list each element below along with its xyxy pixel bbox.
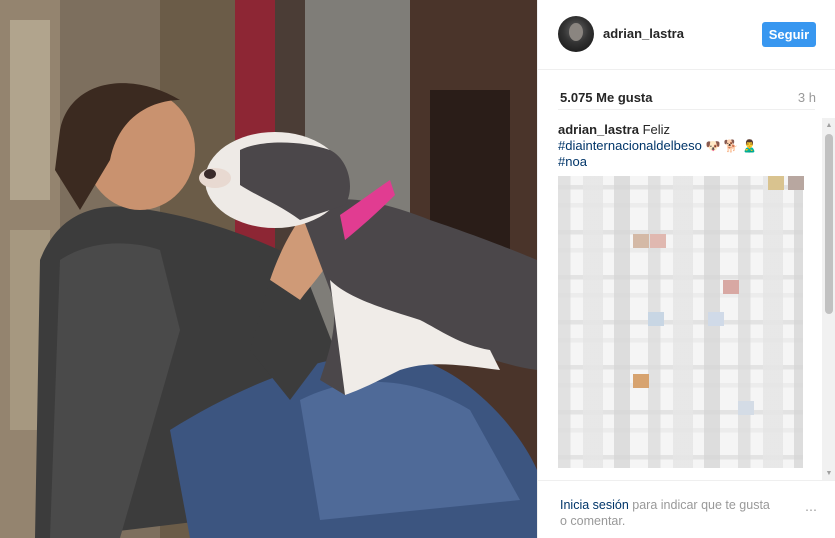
more-options-icon[interactable]: ⋯ <box>805 503 818 517</box>
post-image <box>0 0 537 538</box>
blurred-comments <box>558 176 804 468</box>
hashtag-noa[interactable]: #noa <box>558 154 587 169</box>
post-header: adrian_lastra Seguir <box>538 0 835 70</box>
login-prompt: Inicia sesión para indicar que te gusta … <box>560 497 780 529</box>
caption: adrian_lastra Feliz #diainternacionaldel… <box>558 122 798 170</box>
post-photo[interactable] <box>0 0 537 538</box>
login-footer: Inicia sesión para indicar que te gusta … <box>538 480 835 538</box>
hashtag-dia-internacional[interactable]: #diainternacionaldelbeso <box>558 138 702 153</box>
post-sidebar: adrian_lastra Seguir 5.075 Me gusta 3 h … <box>537 0 835 538</box>
post-time[interactable]: 3 h <box>798 90 816 105</box>
likes-count[interactable]: 5.075 Me gusta <box>560 90 653 105</box>
caption-emojis: 🐶 🐕 🙎‍♂ <box>705 139 757 153</box>
comments-area: adrian_lastra Feliz #diainternacionaldel… <box>558 122 828 480</box>
scrollbar[interactable]: ▲ ▼ <box>822 118 835 480</box>
likes-row: 5.075 Me gusta 3 h <box>558 86 816 110</box>
scroll-up-icon[interactable]: ▲ <box>822 118 835 132</box>
scroll-down-icon[interactable]: ▼ <box>822 466 835 480</box>
caption-text: Feliz <box>642 122 671 137</box>
avatar[interactable] <box>558 16 594 52</box>
scroll-thumb[interactable] <box>825 134 833 314</box>
login-link[interactable]: Inicia sesión <box>560 498 629 512</box>
caption-username[interactable]: adrian_lastra <box>558 122 639 137</box>
post-username[interactable]: adrian_lastra <box>603 26 684 41</box>
follow-button[interactable]: Seguir <box>762 22 816 47</box>
